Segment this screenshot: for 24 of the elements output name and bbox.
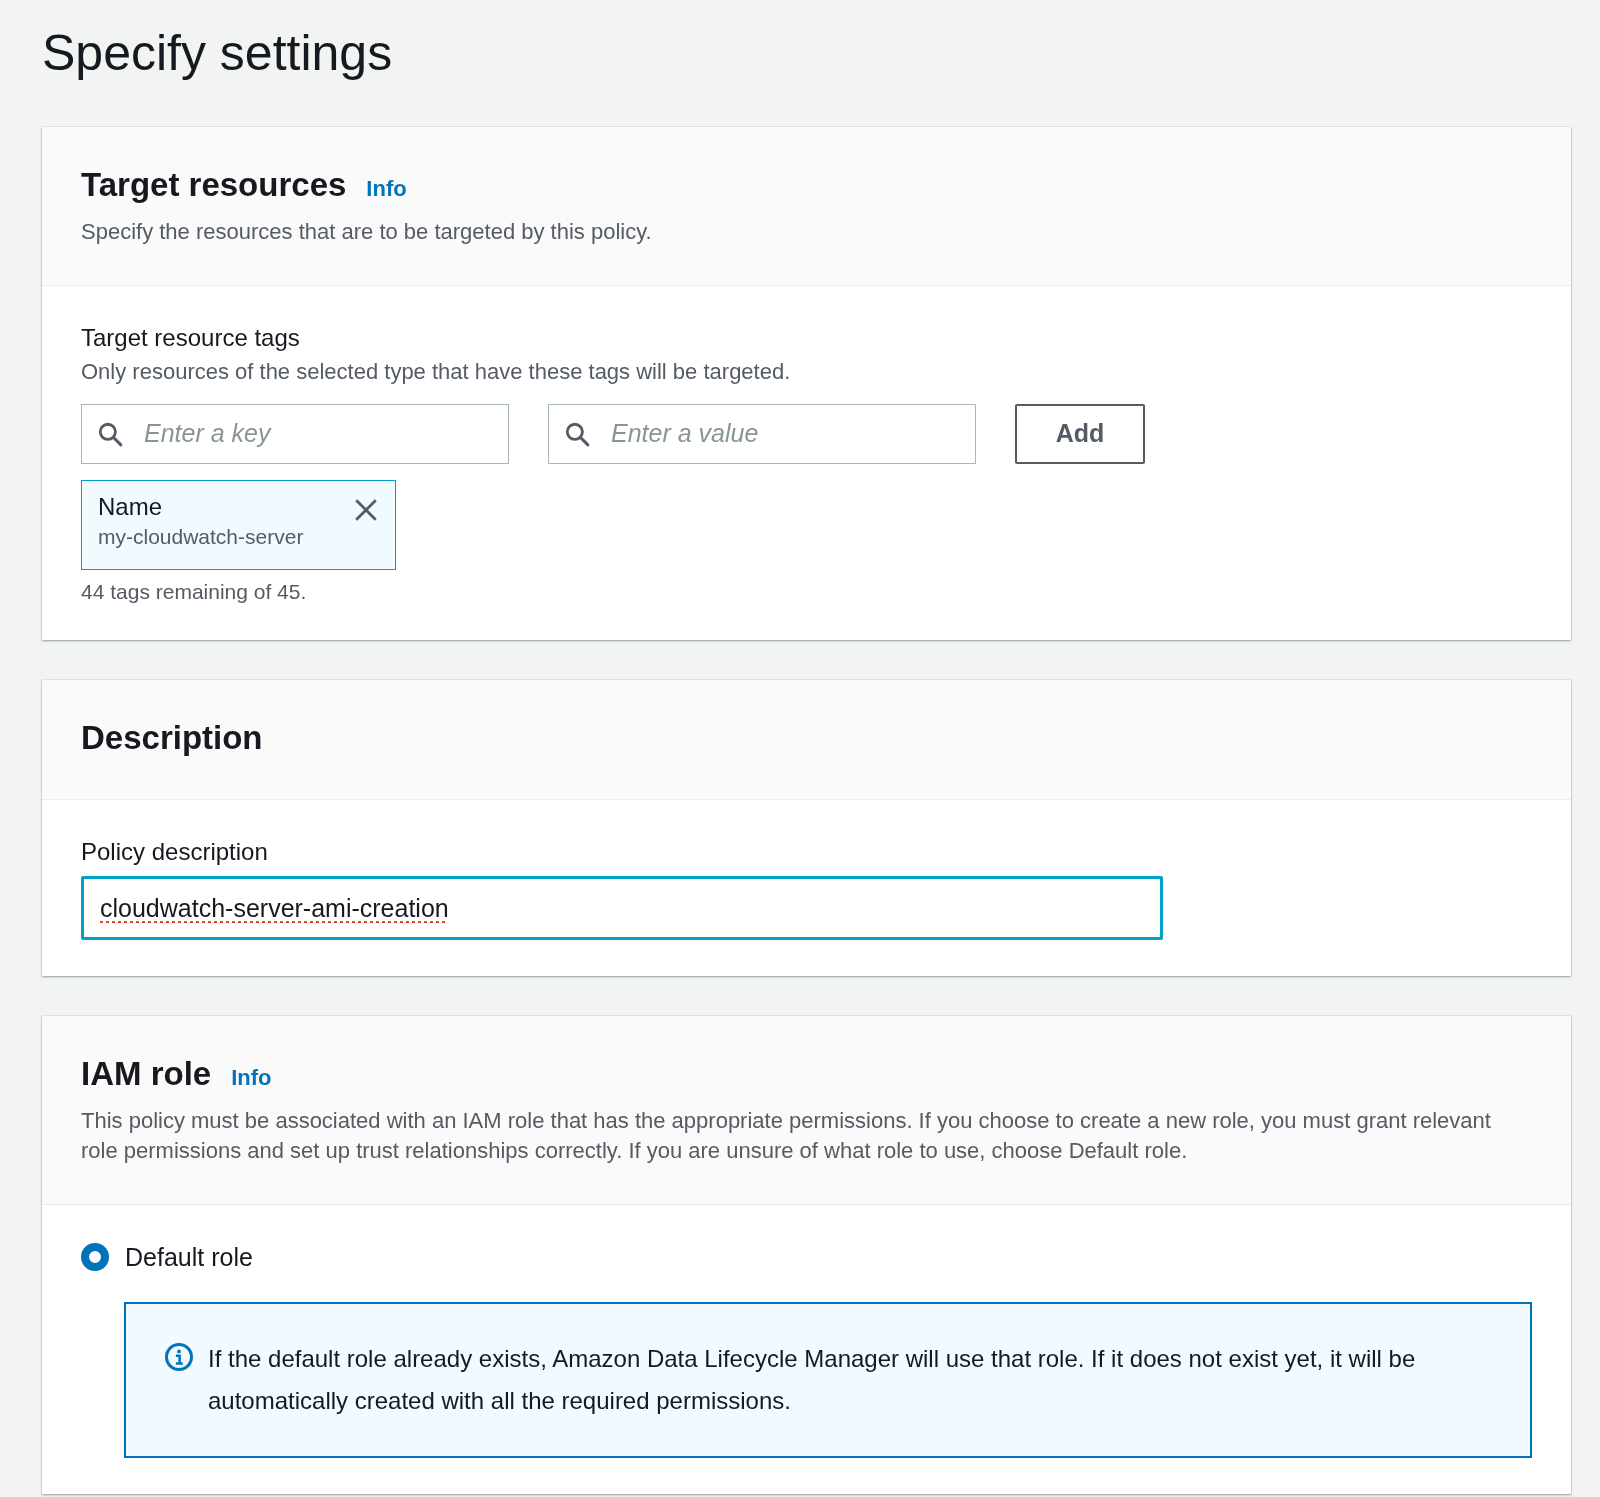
tags-remaining-text: 44 tags remaining of 45. (81, 579, 308, 604)
value-search-field[interactable]: Enter a value (548, 403, 976, 464)
field-hint: Only resources of the selected type that have these tags will be targeted. (81, 357, 792, 386)
section-title: Description (81, 717, 264, 758)
radio-label: Default role (125, 1242, 253, 1272)
section-description: Specify the resources that are to be targeted by this policy. (81, 217, 653, 246)
policy-description-input[interactable]: cloudwatch-server-ami-creation (81, 876, 1163, 941)
section-description: This policy must be associated with an IAM role that has the appropriate permissions. If you choose to create a new role, you must grant relevant role permissions and set up trust relationships correctly. If you are unsure of what role to use, choose Default role. (81, 1106, 1492, 1165)
search-icon (564, 420, 590, 447)
radio-button[interactable] (81, 1243, 109, 1272)
add-button[interactable]: Add (1015, 403, 1145, 464)
section-title: IAM role (81, 1054, 212, 1094)
field-label: Policy description (81, 837, 269, 868)
tag-key: Name (98, 492, 304, 521)
key-search-field[interactable]: Enter a key (81, 403, 509, 464)
page-title: Specify settings (42, 26, 394, 81)
info-icon (164, 1341, 194, 1372)
info-link[interactable]: Info (231, 1065, 272, 1092)
info-link[interactable]: Info (366, 176, 407, 202)
search-icon (97, 420, 123, 447)
alert-text: If the default role already exists, Amazon Data Lifecycle Manager will use that role. If it does not exist yet, it will be automatically created with all the required permissions. (208, 1343, 1417, 1416)
tag-value: my-cloudwatch-server (98, 524, 304, 549)
section-title: Target resources (81, 165, 347, 205)
field-label: Target resource tags (81, 322, 301, 353)
